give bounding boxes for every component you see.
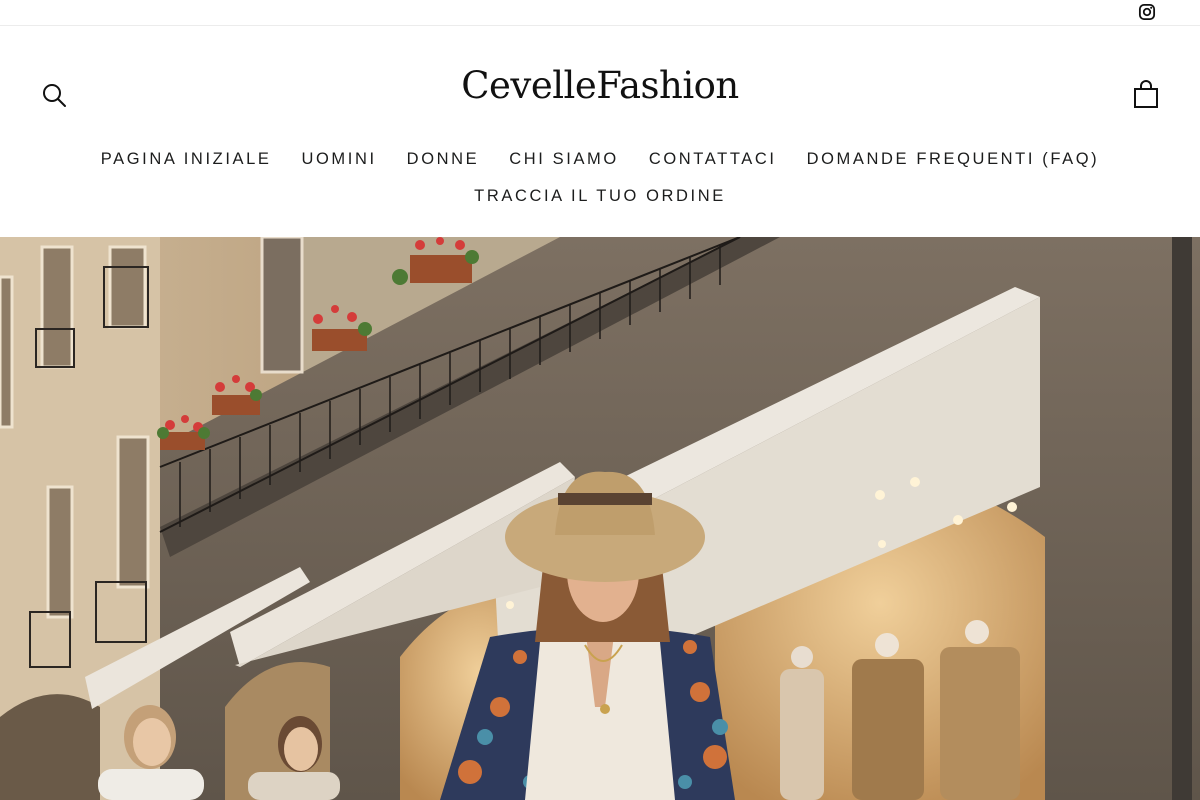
nav-item-men[interactable]: UOMINI — [301, 150, 376, 169]
cart-bag-icon[interactable] — [1132, 80, 1160, 110]
hero-banner[interactable] — [0, 237, 1200, 800]
site-header: CevelleFashion PAGINA INIZIALE UOMINI DO… — [0, 26, 1200, 237]
nav-item-track-order[interactable]: TRACCIA IL TUO ORDINE — [474, 187, 726, 206]
hero-image — [0, 237, 1200, 800]
nav-item-about[interactable]: CHI SIAMO — [509, 150, 619, 169]
nav-item-faq[interactable]: DOMANDE FREQUENTI (FAQ) — [807, 150, 1100, 169]
main-nav-row-2: TRACCIA IL TUO ORDINE — [0, 187, 1200, 206]
nav-item-women[interactable]: DONNE — [407, 150, 480, 169]
instagram-icon[interactable] — [1138, 3, 1156, 21]
nav-item-contact[interactable]: CONTATTACI — [649, 150, 777, 169]
main-nav: PAGINA INIZIALE UOMINI DONNE CHI SIAMO C… — [0, 150, 1200, 169]
nav-item-home[interactable]: PAGINA INIZIALE — [101, 150, 272, 169]
announcement-bar — [0, 0, 1200, 26]
site-logo[interactable]: CevelleFashion — [0, 64, 1200, 107]
